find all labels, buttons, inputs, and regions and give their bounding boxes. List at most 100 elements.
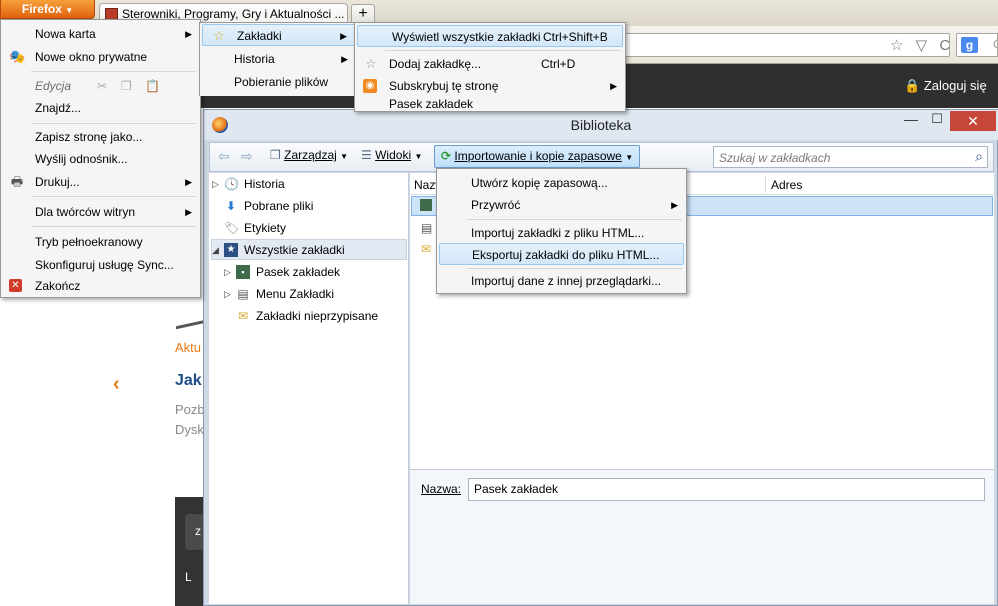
menu-item-import-html[interactable]: Importuj zakładki z pliku HTML... xyxy=(437,222,686,244)
site-article-text: Dysk xyxy=(175,422,204,437)
column-divider[interactable] xyxy=(765,175,766,193)
rss-icon: ◉ xyxy=(363,79,377,93)
forward-arrow-icon[interactable]: ⇨ xyxy=(241,148,253,165)
search-engine-icon[interactable]: g xyxy=(961,37,978,53)
menu-item-export-html[interactable]: Eksportuj zakładki do pliku HTML... xyxy=(439,243,684,265)
menu-item-bookmarks-toolbar[interactable]: Pasek zakładek xyxy=(355,99,625,111)
menu-item-sync[interactable]: Skonfiguruj usługę Sync... xyxy=(1,254,200,276)
download-arrow-icon: ⬇ xyxy=(225,199,237,213)
name-label-text: Nazwa: xyxy=(421,482,462,496)
menu-item-label: Pobieranie plików xyxy=(234,75,329,89)
shortcut-text: Ctrl+D xyxy=(541,57,576,71)
import-backup-label-group[interactable]: ⟳ Importowanie i kopie zapasowe ▼ xyxy=(441,149,633,163)
tree-label: Menu Zakładki xyxy=(256,287,335,301)
tree-label: Pobrane pliki xyxy=(244,199,314,213)
firefox-menu-button[interactable]: Firefox ▼ xyxy=(0,0,95,19)
library-tree-pane xyxy=(209,173,409,604)
tree-label: Pasek zakładek xyxy=(256,265,341,279)
menu-item-label: Pasek zakładek xyxy=(389,99,474,111)
column-header-address[interactable]: Adres xyxy=(771,178,802,192)
menu-item-add-bookmark[interactable]: ☆ Dodaj zakładkę... Ctrl+D xyxy=(355,53,625,75)
bookmarks-submenu: Wyświetl wszystkie zakładki Ctrl+Shift+B … xyxy=(354,22,626,112)
copy-icon[interactable]: ❐ xyxy=(121,75,132,97)
menu-item-fullscreen[interactable]: Tryb pełnoekranowy xyxy=(1,231,200,253)
tree-label: Historia xyxy=(244,177,285,191)
arrow-right-icon: ▶ xyxy=(185,29,192,39)
menu-item-edit: Edycja ✂ ❐ 📋 xyxy=(1,75,200,97)
menu-item-label: Zapisz stronę jako... xyxy=(35,130,143,144)
tree-label: Etykiety xyxy=(244,221,287,235)
organize-icon: ❐ xyxy=(270,148,281,162)
url-bar-icons[interactable]: ☆ ▽ C xyxy=(890,36,954,54)
menu-separator xyxy=(467,268,682,269)
views-label: Widoki xyxy=(375,148,412,162)
name-field[interactable]: Pasek zakładek xyxy=(468,478,985,501)
maximize-button[interactable]: ☐ xyxy=(924,111,950,131)
search-bar[interactable]: gG xyxy=(956,33,998,57)
star-icon: ☆ xyxy=(213,28,225,43)
menu-item-private-window[interactable]: 🎭 Nowe okno prywatne xyxy=(1,46,200,68)
firefox-logo-icon xyxy=(212,117,228,133)
menu-item-print[interactable]: 🖶 Drukuj... ▶ xyxy=(1,171,200,193)
arrow-right-icon: ▶ xyxy=(610,81,617,91)
tag-icon: 🏷 xyxy=(224,221,240,235)
menu-item-bookmarks[interactable]: ☆ Zakładki ▶ xyxy=(202,24,356,46)
menu-folder-icon: ▤ xyxy=(237,287,249,301)
expand-icon[interactable]: ▷ xyxy=(224,284,231,304)
site-login-link[interactable]: 🔒 Zaloguj się xyxy=(904,78,987,94)
manage-button[interactable]: ❐ Zarządzaj ▼ xyxy=(270,148,348,162)
menu-item-import-other-browser[interactable]: Importuj dane z innej przeglądarki... xyxy=(437,270,686,292)
import-arrows-icon: ⟳ xyxy=(441,149,452,163)
menu-item-create-backup[interactable]: Utwórz kopię zapasową... xyxy=(437,172,686,194)
close-button[interactable]: ✕ xyxy=(950,111,996,131)
plus-icon: + xyxy=(358,5,368,22)
views-button[interactable]: ☰ Widoki ▼ xyxy=(361,148,422,162)
menu-item-label: Zakładki xyxy=(237,29,282,43)
menu-item-quit[interactable]: ✕ Zakończ xyxy=(1,275,200,297)
arrow-right-icon: ▶ xyxy=(341,54,348,64)
menu-item-web-developer[interactable]: Dla twórców witryn ▶ xyxy=(1,201,200,223)
toolbar-folder-icon: ▪ xyxy=(236,265,250,279)
star-folder-icon: ★ xyxy=(224,243,238,257)
chevron-down-icon: ▼ xyxy=(65,6,74,15)
menu-item-label: Historia xyxy=(234,52,275,66)
new-tab-button[interactable]: + xyxy=(351,4,375,24)
back-arrow-icon[interactable]: ⇦ xyxy=(218,148,230,165)
menu-item-label: Edycja xyxy=(35,79,72,93)
paste-icon[interactable]: 📋 xyxy=(145,75,160,97)
chevron-down-icon: ▼ xyxy=(340,152,349,161)
menu-separator xyxy=(31,226,196,227)
tree-label: Zakładki nieprzypisane xyxy=(256,309,379,323)
menu-item-save-page[interactable]: Zapisz stronę jako... xyxy=(1,126,200,148)
search-hint: G xyxy=(993,37,997,51)
chevron-left-icon[interactable]: ‹ xyxy=(113,373,120,396)
expand-icon[interactable]: ▷ xyxy=(224,262,231,282)
quit-icon: ✕ xyxy=(9,279,22,292)
menu-item-history[interactable]: Historia ▶ xyxy=(200,48,356,70)
minimize-button[interactable]: — xyxy=(898,111,924,131)
firefox-button-label: Firefox xyxy=(21,2,62,16)
site-link[interactable]: L xyxy=(185,570,192,584)
site-article-heading[interactable]: Jak xyxy=(175,372,202,390)
site-article-text: Pozb xyxy=(175,402,205,417)
menu-item-show-all-bookmarks[interactable]: Wyświetl wszystkie zakładki Ctrl+Shift+B xyxy=(357,25,623,47)
menu-item-new-tab[interactable]: Nowa karta ▶ xyxy=(1,23,200,45)
menu-item-label: Znajdź... xyxy=(35,101,82,115)
cut-icon[interactable]: ✂ xyxy=(97,75,107,97)
search-icon[interactable]: ⌕ xyxy=(975,148,983,165)
menu-item-restore[interactable]: Przywróć ▶ xyxy=(437,194,686,216)
library-search-input[interactable]: Szukaj w zakładkach ⌕ xyxy=(713,146,988,168)
menu-item-downloads[interactable]: Pobieranie plików xyxy=(200,71,356,93)
site-category-text[interactable]: Aktu xyxy=(175,340,201,355)
menu-item-label: Nowe okno prywatne xyxy=(35,50,148,64)
menu-item-find[interactable]: Znajdź... xyxy=(1,97,200,119)
menu-item-send-link[interactable]: Wyślij odnośnik... xyxy=(1,148,200,170)
library-title: Biblioteka xyxy=(204,110,998,140)
menu-item-subscribe[interactable]: ◉ Subskrybuj tę stronę ▶ xyxy=(355,75,625,97)
collapse-icon[interactable]: ◢ xyxy=(212,240,219,260)
expand-icon[interactable]: ▷ xyxy=(212,174,219,194)
menu-separator xyxy=(467,219,682,220)
search-placeholder: Szukaj w zakładkach xyxy=(719,151,831,165)
chevron-down-icon: ▼ xyxy=(414,152,423,161)
shortcut-text: Ctrl+Shift+B xyxy=(543,30,608,44)
